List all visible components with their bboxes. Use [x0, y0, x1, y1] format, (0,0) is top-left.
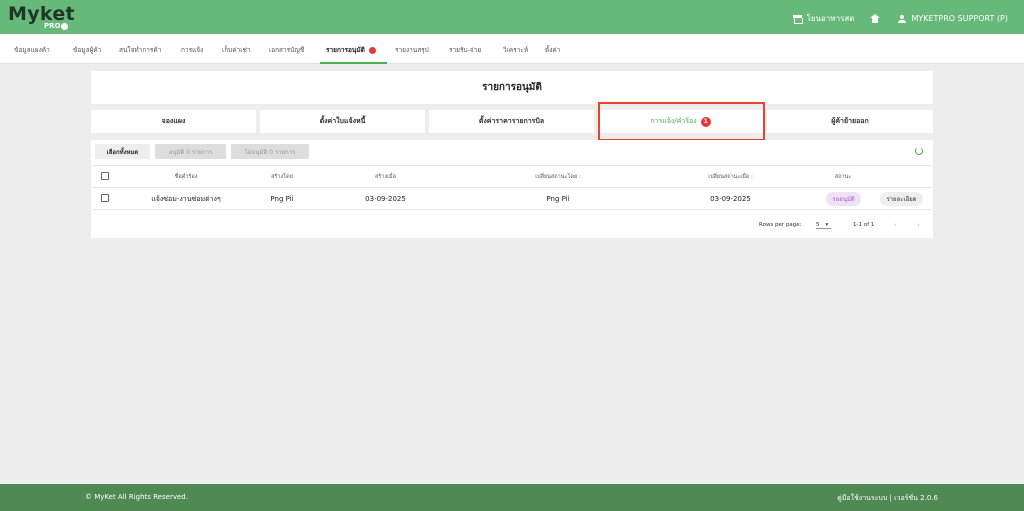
store-icon	[792, 14, 803, 24]
rows-per-page-label: Rows per page:	[759, 222, 802, 228]
logo-sub: PRO	[44, 22, 69, 30]
table-pagination: Rows per page: 5 ▾ 1-1 of 1 ‹ ›	[91, 209, 933, 238]
active-tab-indicator	[320, 62, 387, 64]
nav-item-settings[interactable]: ตั้งค่า	[545, 45, 560, 55]
header-changed-at: เปลี่ยนสถานะเมื่อ :	[708, 174, 753, 180]
store-selector[interactable]: โยนอาหารสด	[792, 12, 855, 25]
nav-item-approvals-label: รายการอนุมัติ	[326, 46, 365, 54]
row-status: รออนุมัติ	[816, 188, 871, 210]
tab-bill-price-settings-label: ตั้งค่าราคารายการบิล	[478, 117, 545, 125]
header-request-name: ชื่อคำร้อง	[174, 174, 198, 180]
prev-page-icon[interactable]: ‹	[894, 221, 897, 229]
row-changed-at: 03-09-2025	[710, 195, 751, 203]
select-all-button[interactable]: เลือกทั้งหมด	[95, 144, 150, 159]
table-header: ชื่อคำร้อง สร้างโดย สร้างเมื่อ เปลี่ยนสถ…	[91, 165, 933, 187]
approve-button[interactable]: อนุมัติ 0 รายการ	[155, 144, 226, 159]
home-icon	[870, 14, 881, 23]
table-row: แจ้งซ่อม-งานซ่อมต่างๆ Png Pii 03-09-2025…	[91, 187, 933, 209]
home-button[interactable]	[862, 14, 881, 23]
footer-manual-version[interactable]: คู่มือใช้งานระบบ | เวอร์ชั่น 2.0.6	[837, 493, 938, 504]
header-created-by: สร้างโดย	[271, 174, 293, 180]
logo-dot-icon	[61, 22, 69, 30]
rows-per-page-select[interactable]: 5 ▾	[816, 222, 832, 229]
tab-booking-label: จองแผง	[161, 117, 186, 125]
next-page-icon[interactable]: ›	[917, 221, 920, 229]
main-nav: ข้อมูลแผงค้า ข้อมูลผู้ค้า สนใจทำการค้า ก…	[0, 34, 1024, 64]
row-created-at: 03-09-2025	[365, 195, 406, 203]
nav-item-stalls[interactable]: ข้อมูลแผงค้า	[14, 45, 50, 55]
tab-booking[interactable]: จองแผง	[91, 110, 256, 133]
top-bar: Myket PRO โยนอาหารสด MYKETPRO SUPPORT (P…	[0, 0, 1024, 34]
approval-tabs: จองแผง ตั้งค่าใบแจ้งหนี้ ตั้งค่าราคารายก…	[91, 110, 933, 133]
row-created-by: Png Pii	[270, 195, 294, 203]
logo-sub-text: PRO	[44, 22, 61, 30]
header-changed-by: เปลี่ยนสถานะโดย :	[535, 174, 581, 180]
header-created-at: สร้างเมื่อ	[375, 174, 396, 180]
user-icon	[898, 14, 907, 23]
status-badge: รออนุมัติ	[826, 192, 861, 206]
nav-item-notifications[interactable]: การแจ้ง	[181, 45, 203, 55]
tab-bill-price-settings[interactable]: ตั้งค่าราคารายการบิล	[429, 110, 594, 133]
select-all-checkbox[interactable]	[101, 172, 109, 180]
page-range: 1-1 of 1	[853, 222, 875, 228]
page-title: รายการอนุมัติ	[482, 82, 542, 93]
store-name: โยนอาหารสด	[806, 14, 855, 23]
row-changed-by: Png Pii	[546, 195, 570, 203]
page-title-card: รายการอนุมัติ	[91, 71, 933, 104]
tab-invoice-settings[interactable]: ตั้งค่าใบแจ้งหนี้	[260, 110, 425, 133]
row-checkbox[interactable]	[101, 194, 109, 202]
nav-item-merchants[interactable]: ข้อมูลผู้ค้า	[73, 45, 101, 55]
top-right-menu: โยนอาหารสด MYKETPRO SUPPORT (P)	[792, 12, 1008, 25]
nav-item-accounting[interactable]: เอกสารบัญชี	[269, 45, 304, 55]
nav-item-analytics[interactable]: วิเคราะห์	[503, 45, 528, 55]
tab-invoice-settings-label: ตั้งค่าใบแจ้งหนี้	[319, 117, 366, 125]
refresh-icon[interactable]	[915, 147, 923, 155]
nav-item-reports[interactable]: รายงานสรุป	[395, 45, 429, 55]
notification-badge	[369, 46, 377, 54]
nav-item-income-expense[interactable]: รายรับ-จ่าย	[449, 45, 481, 55]
footer: © MyKet All Rights Reserved. คู่มือใช้งา…	[0, 484, 1024, 511]
row-request-name: แจ้งซ่อม-งานซ่อมต่างๆ	[151, 194, 221, 203]
header-status: สถานะ	[834, 174, 852, 180]
app-logo[interactable]: Myket	[8, 4, 75, 24]
highlight-box	[598, 102, 765, 141]
user-name: MYKETPRO SUPPORT (P)	[911, 14, 1008, 23]
chevron-down-icon: ▾	[825, 222, 829, 228]
tab-move-out-label: ผู้ค้าย้ายออก	[831, 117, 869, 125]
requests-table-card: เลือกทั้งหมด อนุมัติ 0 รายการ ไม่อนุมัติ…	[91, 140, 933, 238]
reject-button[interactable]: ไม่อนุมัติ 0 รายการ	[231, 144, 309, 159]
user-menu[interactable]: MYKETPRO SUPPORT (P)	[888, 14, 1008, 23]
details-button[interactable]: รายละเอียด	[880, 192, 923, 206]
footer-copyright: © MyKet All Rights Reserved.	[85, 493, 188, 501]
row-action: รายละเอียด	[874, 188, 929, 210]
nav-item-approvals[interactable]: รายการอนุมัติ	[326, 45, 377, 55]
rows-per-page-value: 5	[816, 222, 820, 228]
nav-item-rent[interactable]: เก็บค่าเช่า	[222, 45, 251, 55]
nav-item-interested[interactable]: สนใจทำการค้า	[119, 45, 161, 55]
tab-move-out[interactable]: ผู้ค้าย้ายออก	[767, 110, 933, 133]
